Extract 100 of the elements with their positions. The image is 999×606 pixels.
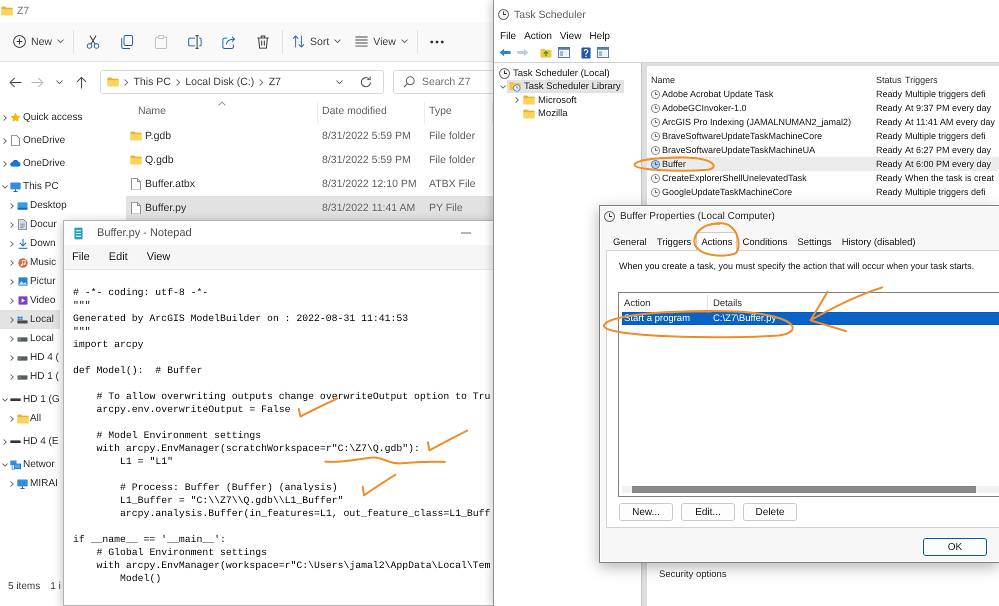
- chevron-down-icon[interactable]: [2, 398, 8, 402]
- dialog-button[interactable]: New...: [619, 503, 673, 521]
- nav-item[interactable]: Docur: [0, 215, 60, 234]
- chevron-right-icon[interactable]: [10, 354, 14, 360]
- chevron-down-icon[interactable]: [500, 84, 506, 89]
- chevron-down-icon[interactable]: [2, 184, 8, 188]
- nav-item[interactable]: HD 1 (G: [0, 390, 63, 409]
- chevron-right-icon[interactable]: [10, 316, 14, 322]
- chevron-right-icon[interactable]: [3, 438, 7, 444]
- nav-item[interactable]: Desktop: [0, 196, 70, 215]
- chevron-down-icon[interactable]: [2, 462, 8, 466]
- search-field[interactable]: Search Z7: [393, 70, 493, 94]
- dialog-button[interactable]: Delete: [743, 503, 797, 521]
- nav-item[interactable]: Music: [0, 253, 60, 272]
- file-row[interactable]: P.gdb 8/31/2022 5:59 PM File folder: [126, 124, 493, 148]
- nav-item[interactable]: Networ: [0, 455, 60, 474]
- chevron-right-icon[interactable]: [3, 138, 7, 144]
- file-row[interactable]: Q.gdb 8/31/2022 5:59 PM File folder: [126, 148, 493, 172]
- column-header[interactable]: Name: [647, 75, 874, 85]
- chevron-right-icon[interactable]: [10, 336, 14, 342]
- tab[interactable]: Settings: [792, 234, 837, 250]
- nav-item[interactable]: Pictur: [0, 272, 60, 291]
- nav-item[interactable]: Local: [0, 329, 60, 348]
- tab[interactable]: Triggers: [652, 234, 696, 250]
- chevron-right-icon[interactable]: [3, 160, 7, 166]
- help-button[interactable]: [580, 44, 592, 60]
- address-bar[interactable]: This PC Local Disk (C:) Z7: [100, 70, 384, 94]
- caret-down-icon: [56, 80, 62, 84]
- menu-item[interactable]: File: [500, 30, 516, 42]
- view-button[interactable]: View: [348, 26, 415, 56]
- task-name: CreateExplorerShellUnelevatedTask: [662, 173, 807, 183]
- tab[interactable]: Actions: [696, 232, 738, 251]
- nav-item[interactable]: All: [0, 409, 60, 428]
- task-row[interactable]: BraveSoftwareUpdateTaskMachineUA Ready At 6:27 PM every day: [647, 143, 999, 157]
- column-header[interactable]: Triggers: [904, 75, 999, 85]
- show-hide-pane-button[interactable]: [557, 44, 571, 60]
- panel-icon: [558, 47, 570, 58]
- copy-icon: [120, 34, 134, 48]
- column-header[interactable]: Details: [708, 295, 999, 312]
- nav-item[interactable]: This PC: [0, 177, 62, 196]
- task-name: BraveSoftwareUpdateTaskMachineCore: [662, 131, 822, 141]
- tab[interactable]: History (disabled): [836, 234, 921, 250]
- nav-item[interactable]: Down: [0, 234, 60, 253]
- file-row[interactable]: Buffer.atbx 8/31/2022 12:10 PM ATBX File: [126, 172, 493, 196]
- tab[interactable]: Conditions: [737, 234, 792, 250]
- chevron-right-icon[interactable]: [10, 416, 14, 422]
- menu-item[interactable]: Action: [524, 30, 552, 42]
- task-row[interactable]: Adobe Acrobat Update Task Ready Multiple triggers defi: [647, 87, 999, 101]
- task-row[interactable]: ArcGIS Pro Indexing (JAMALNUMAN2_jamal2) Ready At 11:41 AM every day: [647, 115, 999, 129]
- nav-item[interactable]: OneDrive: [0, 131, 68, 150]
- chevron-right-icon[interactable]: [10, 480, 14, 486]
- chevron-right-icon[interactable]: [10, 240, 14, 246]
- breadcrumb-item[interactable]: This PC: [134, 76, 171, 88]
- task-row[interactable]: GoogleUpdateTaskMachineCore Ready Multiple triggers defi: [647, 185, 999, 199]
- chevron-right-icon[interactable]: [515, 97, 519, 104]
- chevron-right-icon[interactable]: [10, 298, 14, 304]
- new-button[interactable]: New: [6, 26, 72, 56]
- nav-item[interactable]: OneDrive: [0, 154, 68, 173]
- tree-item[interactable]: Microsoft: [521, 94, 580, 107]
- task-name: AdobeGCInvoker-1.0: [662, 103, 747, 113]
- nav-item[interactable]: Video: [0, 291, 60, 310]
- dialog-button[interactable]: OK: [923, 538, 987, 556]
- task-row[interactable]: AdobeGCInvoker-1.0 Ready At 9:37 PM every day: [647, 101, 999, 115]
- nav-item[interactable]: HD 4 (E: [0, 432, 62, 451]
- chevron-right-icon[interactable]: [3, 114, 7, 120]
- nav-item[interactable]: MIRAI: [0, 474, 61, 493]
- column-header[interactable]: Status: [874, 75, 904, 85]
- menu-item[interactable]: View: [146, 251, 170, 263]
- nav-item[interactable]: Quick access: [0, 108, 86, 127]
- tree-item[interactable]: Mozilla: [521, 107, 571, 120]
- chevron-right-icon[interactable]: [10, 202, 14, 208]
- menu-item[interactable]: View: [560, 30, 582, 42]
- code-line: # Global Environment settings: [96, 546, 268, 559]
- nav-item[interactable]: HD 1 (: [0, 367, 62, 386]
- column-header[interactable]: Name: [126, 102, 318, 124]
- folder-icon: [107, 77, 119, 87]
- menu-item[interactable]: Help: [589, 30, 610, 42]
- tab[interactable]: General: [608, 234, 652, 250]
- chevron-right-icon[interactable]: [10, 278, 14, 284]
- show-hide-pane-button[interactable]: [596, 44, 610, 60]
- menu-item[interactable]: File: [72, 251, 90, 263]
- nav-item[interactable]: HD 4 (: [0, 348, 62, 367]
- breadcrumb-item[interactable]: Z7: [268, 76, 281, 88]
- tree-item[interactable]: Task Scheduler (Local): [497, 67, 613, 80]
- task-row[interactable]: Buffer Ready At 6:00 PM every day: [647, 157, 999, 171]
- tree-item[interactable]: Task Scheduler Library: [507, 80, 624, 94]
- column-header[interactable]: Date modified: [318, 102, 425, 124]
- refresh-icon: [360, 76, 372, 88]
- chevron-right-icon[interactable]: [10, 374, 14, 380]
- chevron-right-icon[interactable]: [10, 222, 14, 228]
- task-row[interactable]: BraveSoftwareUpdateTaskMachineCore Ready Multiple triggers defi: [647, 129, 999, 143]
- nav-item[interactable]: Local: [0, 310, 60, 329]
- task-row[interactable]: CreateExplorerShellUnelevatedTask Ready When the task is creat: [647, 171, 999, 185]
- chevron-right-icon[interactable]: [10, 260, 14, 266]
- menu-item[interactable]: Edit: [108, 251, 128, 263]
- breadcrumb-item[interactable]: Local Disk (C:): [185, 76, 254, 88]
- file-row[interactable]: Buffer.py 8/31/2022 11:41 AM PY File: [126, 196, 493, 220]
- sort-button[interactable]: Sort: [285, 26, 348, 56]
- dialog-button[interactable]: Edit...: [681, 503, 735, 521]
- file-name: Q.gdb: [145, 154, 174, 166]
